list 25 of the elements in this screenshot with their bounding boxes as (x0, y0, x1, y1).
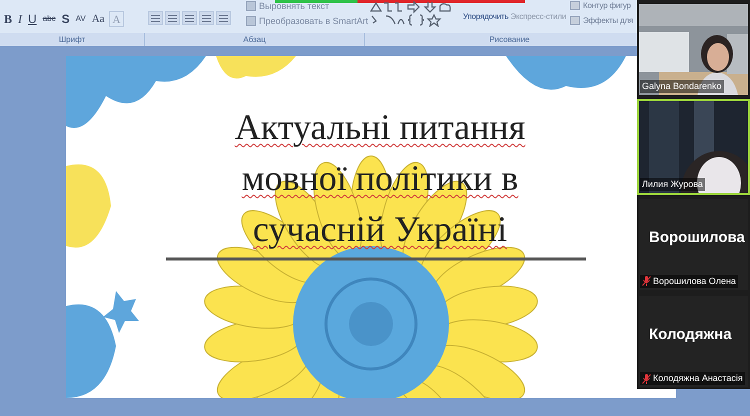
muted-mic-icon (642, 276, 651, 286)
format-button[interactable]: AV (74, 11, 88, 27)
format-button[interactable]: S (60, 11, 72, 27)
participant-name: Лилия Журова (642, 178, 703, 190)
align-icon[interactable] (199, 11, 214, 25)
format-button[interactable]: U (26, 11, 39, 27)
format-button[interactable]: B (2, 11, 14, 27)
participant-display-name: Ворошилова (649, 228, 745, 248)
align-icon[interactable] (165, 11, 180, 25)
ribbon-command[interactable]: Упорядочить (463, 11, 508, 23)
participant-display-name: Колодяжна (649, 324, 732, 345)
participant-name: Ворошилова Олена (653, 274, 736, 288)
group-label: Рисование (489, 34, 530, 46)
muted-mic-icon (642, 374, 651, 384)
align-icon[interactable] (216, 11, 231, 25)
group-label: Абзац (243, 34, 266, 46)
group-label: Шрифт (58, 34, 86, 46)
align-icon[interactable] (182, 11, 197, 25)
format-button[interactable]: I (16, 11, 24, 27)
format-button[interactable]: abc (40, 11, 58, 27)
align-icon[interactable] (148, 11, 163, 25)
participant-name: Galyna Bondarenko (642, 80, 722, 94)
participant-name: Колодяжна Анастасія (653, 372, 743, 385)
slide-title: Актуальні питання (234, 106, 526, 149)
format-button[interactable]: Aa (90, 11, 107, 27)
